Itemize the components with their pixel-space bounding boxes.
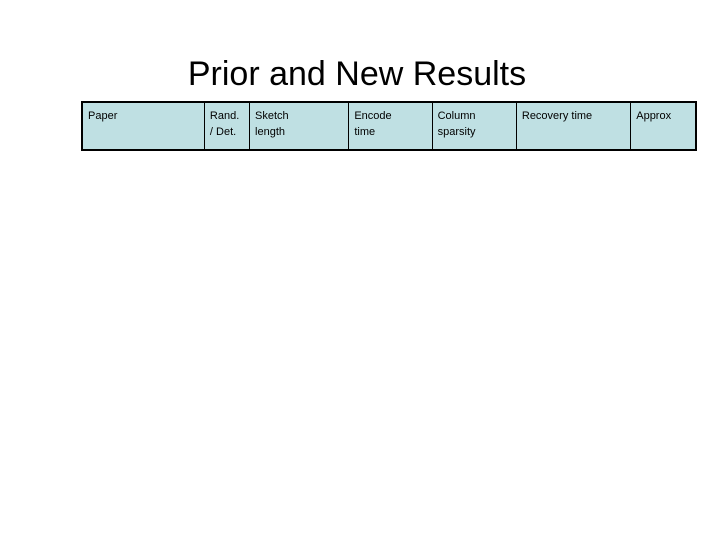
column-header-paper[interactable]: Paper <box>82 102 205 150</box>
column-header-column-sparsity-line-2: sparsity <box>437 126 476 138</box>
column-header-sketch-length-line-2: length <box>255 126 286 138</box>
column-header-encode-time-line-1: Encode <box>354 110 392 122</box>
column-header-column-sparsity[interactable]: Column sparsity <box>431 102 517 150</box>
column-header-sketch-length[interactable]: Sketch length <box>249 102 350 150</box>
column-header-encode-time-line-2: time <box>354 126 376 138</box>
column-header-approx[interactable]: Approx <box>630 102 696 150</box>
column-header-recovery-time[interactable]: Recovery time <box>515 102 632 150</box>
table-header-row: Paper Rand. / Det. Sketch length Encode … <box>82 102 696 150</box>
column-header-column-sparsity-line-1: Column <box>437 110 476 122</box>
slide-canvas: Prior and New Results Paper Rand. / Det.… <box>0 0 720 540</box>
column-header-rand-det-line-2: / Det. <box>209 126 237 138</box>
column-header-paper-line-1: Paper <box>88 110 118 122</box>
column-header-recovery-time-line-1: Recovery time <box>521 110 593 122</box>
column-header-rand-det[interactable]: Rand. / Det. <box>203 102 251 150</box>
column-header-sketch-length-line-1: Sketch <box>255 110 289 122</box>
table-header: Paper Rand. / Det. Sketch length Encode … <box>82 102 696 150</box>
results-table: Paper Rand. / Det. Sketch length Encode … <box>81 101 697 151</box>
column-header-rand-det-line-1: Rand. <box>209 110 240 122</box>
column-header-encode-time[interactable]: Encode time <box>348 102 433 150</box>
column-header-approx-line-1: Approx <box>636 110 672 122</box>
page-title: Prior and New Results <box>187 55 527 93</box>
